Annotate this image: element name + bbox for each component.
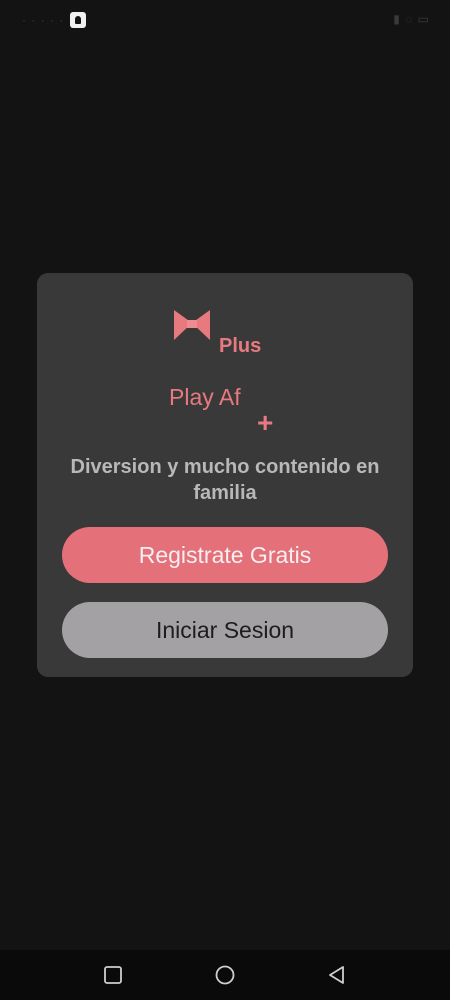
screen: · · · · · ▮ ◌ ▭ Plus Play Af + Diversion… — [0, 0, 450, 1000]
bowtie-logo-icon — [174, 310, 210, 340]
square-recent-apps-icon[interactable] — [102, 964, 124, 986]
brand-plus-symbol: + — [257, 407, 274, 438]
tagline: Diversion y mucho contenido en familia — [70, 456, 380, 504]
logo-plus-text: Plus — [219, 335, 262, 357]
brand-name: Play Af — [169, 384, 241, 410]
status-left: · · · · · — [22, 12, 87, 28]
triangle-back-icon[interactable] — [326, 964, 348, 986]
login-button[interactable]: Iniciar Sesion — [62, 602, 388, 658]
notification-app-icon — [70, 12, 87, 28]
status-left-text: · · · · · — [22, 13, 65, 27]
status-right-icons: ▮ ◌ ▭ — [393, 12, 430, 26]
welcome-card: Plus Play Af + Diversion y mucho conteni… — [37, 273, 413, 677]
circle-home-icon[interactable] — [214, 964, 236, 986]
status-bar: · · · · · ▮ ◌ ▭ — [0, 0, 450, 40]
register-button[interactable]: Registrate Gratis — [62, 527, 388, 583]
navigation-bar — [0, 950, 450, 1000]
